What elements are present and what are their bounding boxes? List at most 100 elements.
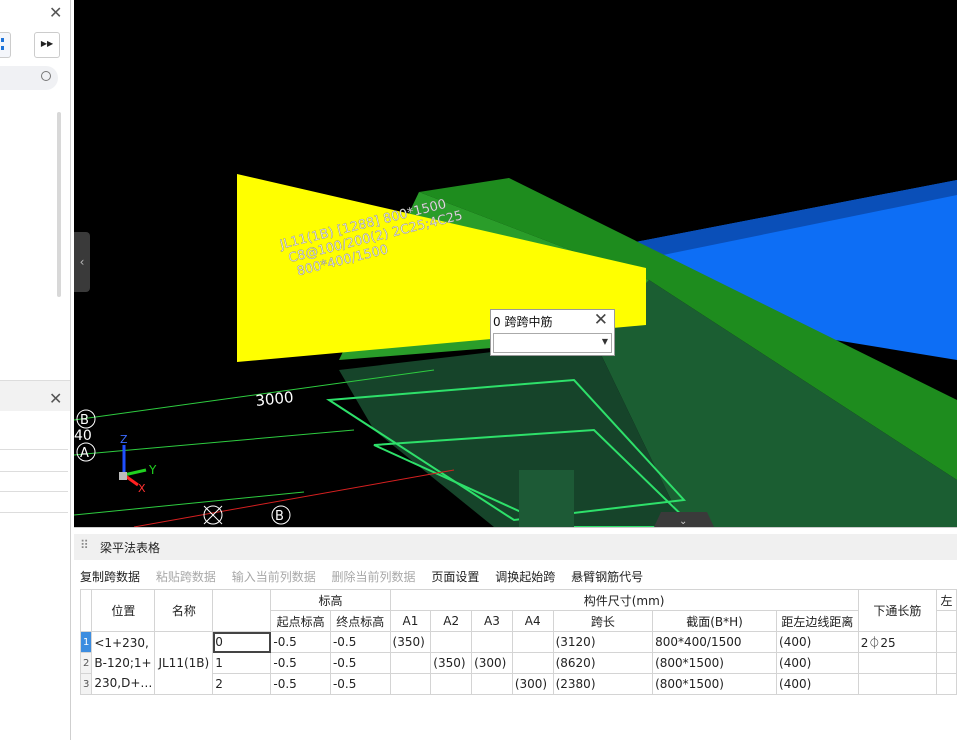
axis-label-a: A [80, 446, 89, 461]
table-row[interactable]: 2 1 -0.5 -0.5 (350) (300) (8620) (800*15… [79, 652, 957, 674]
double-right-arrow-icon: ▶▶ [40, 39, 54, 48]
grid-line-red [133, 469, 455, 527]
end-elev-cell[interactable]: -0.5 [329, 631, 391, 653]
collapse-left-panel-button[interactable]: ‹ [74, 232, 90, 292]
col-section[interactable]: 截面(B*H) [652, 610, 778, 632]
bottom-bar-cell[interactable] [857, 652, 938, 674]
section-cell[interactable]: (800*1500) [652, 652, 778, 674]
a1-cell[interactable] [389, 652, 432, 674]
a2-cell[interactable]: (350) [430, 652, 473, 674]
x-axis-label: X [138, 482, 146, 495]
col-a3[interactable]: A3 [471, 610, 513, 632]
popup-select[interactable]: ▼ [493, 333, 612, 353]
start-elev-cell[interactable]: -0.5 [270, 652, 331, 674]
span-length-cell[interactable]: (3120) [552, 631, 654, 653]
next-cell[interactable] [936, 631, 957, 653]
y-axis-label: Y [148, 463, 157, 477]
col-name[interactable]: 名称 [154, 589, 214, 632]
delete-column-data-button[interactable]: 删除当前列数据 [332, 570, 416, 584]
paste-span-data-button[interactable]: 粘贴跨数据 [156, 570, 216, 584]
next-cell[interactable] [936, 652, 957, 674]
col-a4[interactable]: A4 [511, 610, 554, 632]
col-elevation[interactable]: 标高 [270, 589, 391, 611]
row-number[interactable]: 3 [79, 673, 93, 695]
span-length-cell[interactable]: (8620) [552, 652, 654, 674]
a3-cell[interactable] [471, 673, 513, 695]
section-cell[interactable]: (800*1500) [652, 673, 778, 695]
copy-span-data-button[interactable]: 复制跨数据 [80, 570, 140, 584]
panel-toolbar-button[interactable] [0, 32, 11, 58]
row-number[interactable]: 1 [79, 631, 93, 653]
section-cell[interactable]: 800*400/1500 [652, 631, 778, 653]
property-row[interactable] [0, 449, 68, 472]
span-cell[interactable]: 2 [212, 673, 272, 695]
start-elev-cell[interactable]: -0.5 [270, 631, 331, 653]
chevron-left-icon: ‹ [79, 255, 85, 269]
a3-cell[interactable]: (300) [471, 652, 513, 674]
side-number: 40 [74, 428, 92, 444]
a2-cell[interactable] [430, 631, 473, 653]
close-icon[interactable]: ✕ [49, 3, 62, 22]
col-size[interactable]: 构件尺寸(mm) [389, 589, 859, 611]
span-cell[interactable]: 0 [212, 631, 272, 653]
span-length-cell[interactable]: (2380) [552, 673, 654, 695]
bottom-bar-cell[interactable]: 2⏀25 [857, 631, 938, 653]
table-row[interactable]: 3 2 -0.5 -0.5 (300) (2380) (800*1500) (4… [79, 673, 957, 695]
span-cell[interactable]: 1 [212, 652, 272, 674]
a1-cell[interactable] [389, 673, 432, 695]
3d-scene: JL11(1B) [1288] 800*1500 C8@100/200(2) 2… [74, 174, 957, 527]
gizmo-origin [119, 472, 127, 480]
expand-button[interactable]: ▶▶ [34, 32, 60, 58]
input-column-data-button[interactable]: 输入当前列数据 [232, 570, 316, 584]
col-end-elev[interactable]: 终点标高 [329, 610, 391, 632]
swap-start-span-button[interactable]: 调换起始跨 [495, 570, 555, 584]
z-axis-label: Z [120, 433, 128, 446]
col-bottom-bar[interactable]: 下通长筋 [857, 589, 938, 632]
beam-table: 位置 名称 跨号 标高 构件尺寸(mm) 下通长筋 左 起点标高 终点标高 A1… [79, 589, 957, 695]
a2-cell[interactable] [430, 673, 473, 695]
a1-cell[interactable]: (350) [389, 631, 432, 653]
table-row[interactable]: 1 <1+230, B-120;1+ 230,D+… JL11(1B) 0 -0… [79, 631, 957, 695]
page-setup-button[interactable]: 页面设置 [431, 570, 479, 584]
col-next[interactable]: 左 [936, 589, 957, 611]
bottom-bar-cell[interactable] [857, 673, 938, 695]
3d-viewport[interactable]: JL11(1B) [1288] 800*1500 C8@100/200(2) 2… [74, 0, 957, 527]
col-span-no[interactable]: 跨号 [212, 589, 272, 632]
offset-cell[interactable]: (400) [776, 652, 859, 674]
offset-cell[interactable]: (400) [776, 673, 859, 695]
y-axis [123, 468, 147, 477]
drag-handle-icon[interactable]: ⠿ [80, 538, 89, 552]
a4-cell[interactable] [511, 652, 554, 674]
scrollbar[interactable] [57, 112, 61, 297]
col-a2[interactable]: A2 [430, 610, 473, 632]
search-input[interactable] [0, 66, 58, 90]
offset-cell[interactable]: (400) [776, 631, 859, 653]
row-number[interactable]: 2 [79, 652, 93, 674]
a4-cell[interactable]: (300) [511, 673, 554, 695]
property-row[interactable] [0, 471, 68, 492]
close-icon[interactable]: ✕ [49, 389, 62, 408]
search-icon [41, 71, 51, 81]
cantilever-rebar-code-button[interactable]: 悬臂钢筋代号 [571, 570, 643, 584]
axis-label-b2: B [275, 509, 284, 524]
start-elev-cell[interactable]: -0.5 [270, 673, 331, 695]
end-elev-cell[interactable]: -0.5 [329, 652, 391, 674]
col-position[interactable]: 位置 [91, 589, 156, 632]
position-cell[interactable]: <1+230, B-120;1+ 230,D+… [91, 631, 156, 695]
foundation-column [519, 470, 574, 527]
a4-cell[interactable] [511, 631, 554, 653]
name-cell[interactable]: JL11(1B) [154, 631, 214, 695]
end-elev-cell[interactable]: -0.5 [329, 673, 391, 695]
dimension-label: 3000 [255, 388, 295, 410]
col-a1[interactable]: A1 [389, 610, 432, 632]
next-cell[interactable] [936, 673, 957, 695]
col-span-length[interactable]: 跨长 [552, 610, 654, 632]
chevron-down-icon: ⌄ [679, 516, 687, 527]
col-offset[interactable]: 距左边线距离 [776, 610, 859, 632]
col-next-sub [936, 610, 957, 632]
a3-cell[interactable] [471, 631, 513, 653]
property-row[interactable] [0, 492, 68, 513]
panel-title: 梁平法表格 [100, 541, 161, 555]
col-start-elev[interactable]: 起点标高 [270, 610, 331, 632]
close-icon[interactable]: ✕ [594, 310, 608, 330]
